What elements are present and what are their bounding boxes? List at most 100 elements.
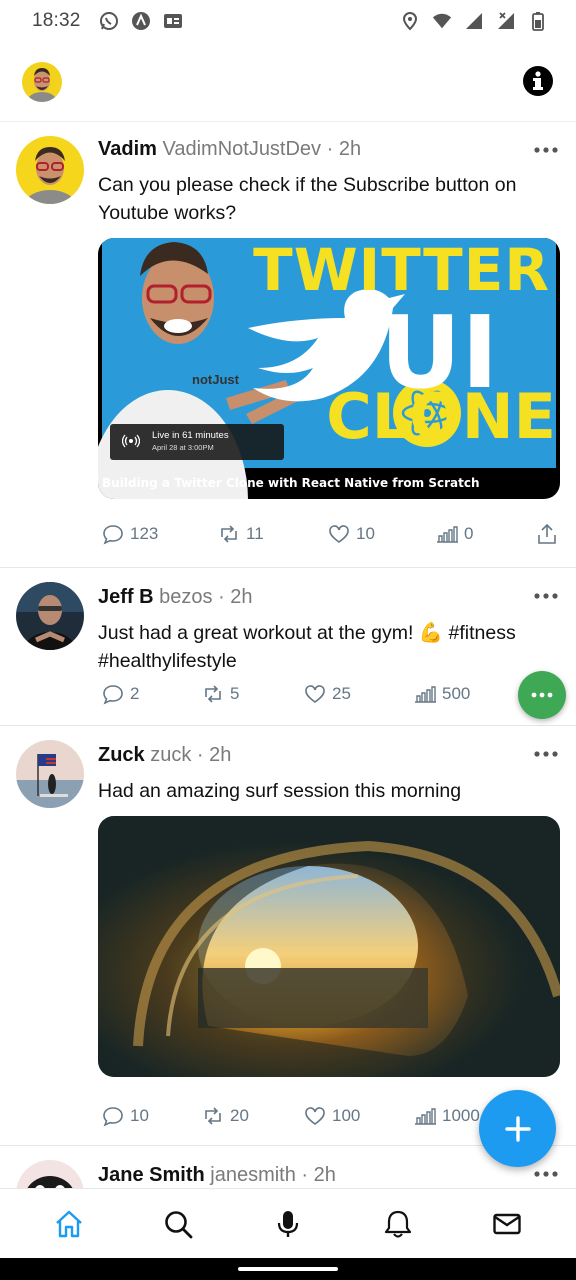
tweet-actions: 2 5 25 500 [102, 680, 558, 708]
comment-count: 10 [130, 1106, 149, 1125]
more-options-icon[interactable] [532, 746, 560, 757]
like-count: 100 [332, 1106, 361, 1125]
new-tweet-button[interactable] [479, 1090, 556, 1167]
comment-button[interactable]: 123 [102, 523, 218, 545]
tweet-header: Zuck zuck · 2h [98, 744, 231, 767]
retweet-button[interactable]: 5 [202, 683, 304, 705]
like-count: 25 [332, 684, 351, 703]
tweet-item[interactable]: Zuck zuck · 2h Had an amazing surf sessi… [0, 726, 576, 1146]
location-icon [400, 11, 420, 31]
system-gesture-bar [0, 1258, 576, 1280]
retweet-button[interactable]: 11 [218, 523, 328, 545]
status-time: 18:32 [32, 10, 81, 31]
whatsapp-icon [99, 11, 119, 31]
nav-spaces[interactable] [271, 1207, 305, 1241]
translate-icon [163, 11, 183, 31]
separator-dot: · [321, 138, 339, 160]
comment-icon [103, 1107, 123, 1127]
surf-wave-photo [98, 816, 560, 1077]
retweet-icon [205, 1107, 221, 1125]
app-icon [131, 11, 151, 31]
live-label: Live in 61 minutes [152, 430, 229, 441]
tweet-time: 2h [338, 138, 362, 160]
more-options-icon[interactable] [532, 588, 560, 599]
tweet-text: Just had a great workout at the gym! 💪 #… [98, 622, 516, 672]
tweet-author-name[interactable]: Jeff B [98, 586, 154, 608]
tweet-author-handle: janesmith [210, 1164, 296, 1186]
bell-icon [384, 1210, 411, 1238]
tweet-avatar[interactable] [16, 582, 84, 650]
video-thumbnail[interactable]: TWITTER UI CLONE notJust Live in 61 minu… [98, 238, 560, 499]
like-count: 10 [356, 524, 375, 543]
impressions-button[interactable]: 1000 [414, 1105, 480, 1127]
tweet-author-handle: bezos [159, 586, 213, 608]
like-button[interactable]: 25 [304, 683, 414, 705]
thumbnail-caption: Building a Twitter Clone with React Nati… [102, 476, 480, 490]
tweet-time: 2h [209, 744, 232, 766]
gesture-handle[interactable] [238, 1267, 338, 1271]
separator-dot: · [191, 744, 210, 766]
tweet-avatar[interactable] [16, 740, 84, 808]
more-options-icon[interactable] [532, 1166, 560, 1177]
nav-home[interactable] [52, 1207, 86, 1241]
tweet-header: Vadim VadimNotJustDev · 2h [98, 138, 361, 161]
impressions-count: 500 [442, 684, 471, 703]
tweet-author-name[interactable]: Zuck [98, 744, 145, 766]
impressions-button[interactable]: 500 [414, 683, 470, 705]
tweet-item[interactable]: Vadim VadimNotJustDev · 2h Can you pleas… [0, 122, 576, 568]
mail-icon [493, 1213, 521, 1234]
nav-search[interactable] [161, 1207, 195, 1241]
live-date: April 28 at 3:00PM [152, 443, 214, 452]
home-icon [55, 1210, 82, 1237]
comment-button[interactable]: 2 [102, 683, 202, 705]
tweet-image[interactable] [98, 816, 560, 1077]
nav-notifications[interactable] [381, 1207, 415, 1241]
more-options-icon[interactable] [532, 142, 560, 153]
tweet-text: Can you please check if the Subscribe bu… [98, 174, 517, 224]
profile-avatar[interactable] [22, 62, 62, 102]
chart-icon [415, 1108, 436, 1125]
comment-count: 2 [130, 684, 140, 703]
like-button[interactable]: 100 [304, 1105, 414, 1127]
comment-count: 123 [130, 524, 159, 543]
tweet-actions: 123 11 10 0 [102, 520, 558, 548]
impressions-count: 0 [464, 524, 474, 543]
retweet-count: 11 [246, 524, 264, 543]
comment-icon [103, 525, 123, 545]
tweet-item[interactable]: Jeff B bezos · 2h Just had a great worko… [0, 568, 576, 726]
info-icon[interactable] [522, 65, 554, 97]
comment-button[interactable]: 10 [102, 1105, 202, 1127]
retweet-button[interactable]: 20 [202, 1105, 304, 1127]
tweet-author-handle: VadimNotJustDev [162, 138, 322, 160]
heart-icon [305, 1107, 325, 1125]
tweet-header: Jeff B bezos · 2h [98, 586, 253, 609]
tweet-time: 2h [313, 1164, 336, 1186]
live-broadcast-icon [121, 434, 141, 453]
wifi-icon [432, 11, 452, 31]
nav-messages[interactable] [490, 1207, 524, 1241]
impressions-button[interactable]: 0 [436, 523, 532, 545]
like-button[interactable]: 10 [328, 523, 436, 545]
dots-icon [531, 692, 553, 698]
tweet-author-name[interactable]: Vadim [98, 138, 157, 160]
retweet-icon [221, 525, 237, 543]
more-floating-button[interactable] [518, 671, 566, 719]
heart-icon [329, 525, 349, 543]
shirt-logo-text: notJust [192, 372, 239, 387]
status-bar: 18:32 [0, 0, 576, 42]
signal-icon [464, 11, 484, 31]
share-button[interactable] [536, 523, 558, 545]
microphone-icon [277, 1210, 299, 1237]
bottom-navigation [0, 1188, 576, 1258]
battery-icon [528, 11, 548, 31]
tweet-avatar[interactable] [16, 1160, 84, 1188]
chart-icon [437, 526, 458, 543]
tweet-author-name[interactable]: Jane Smith [98, 1164, 205, 1186]
signal-x-icon [496, 11, 516, 31]
plus-icon [504, 1115, 531, 1142]
comment-icon [103, 685, 123, 705]
tweet-feed[interactable]: Vadim VadimNotJustDev · 2h Can you pleas… [0, 122, 576, 1188]
tweet-avatar[interactable] [16, 136, 84, 204]
share-icon [538, 523, 556, 544]
separator-dot: · [212, 586, 231, 608]
